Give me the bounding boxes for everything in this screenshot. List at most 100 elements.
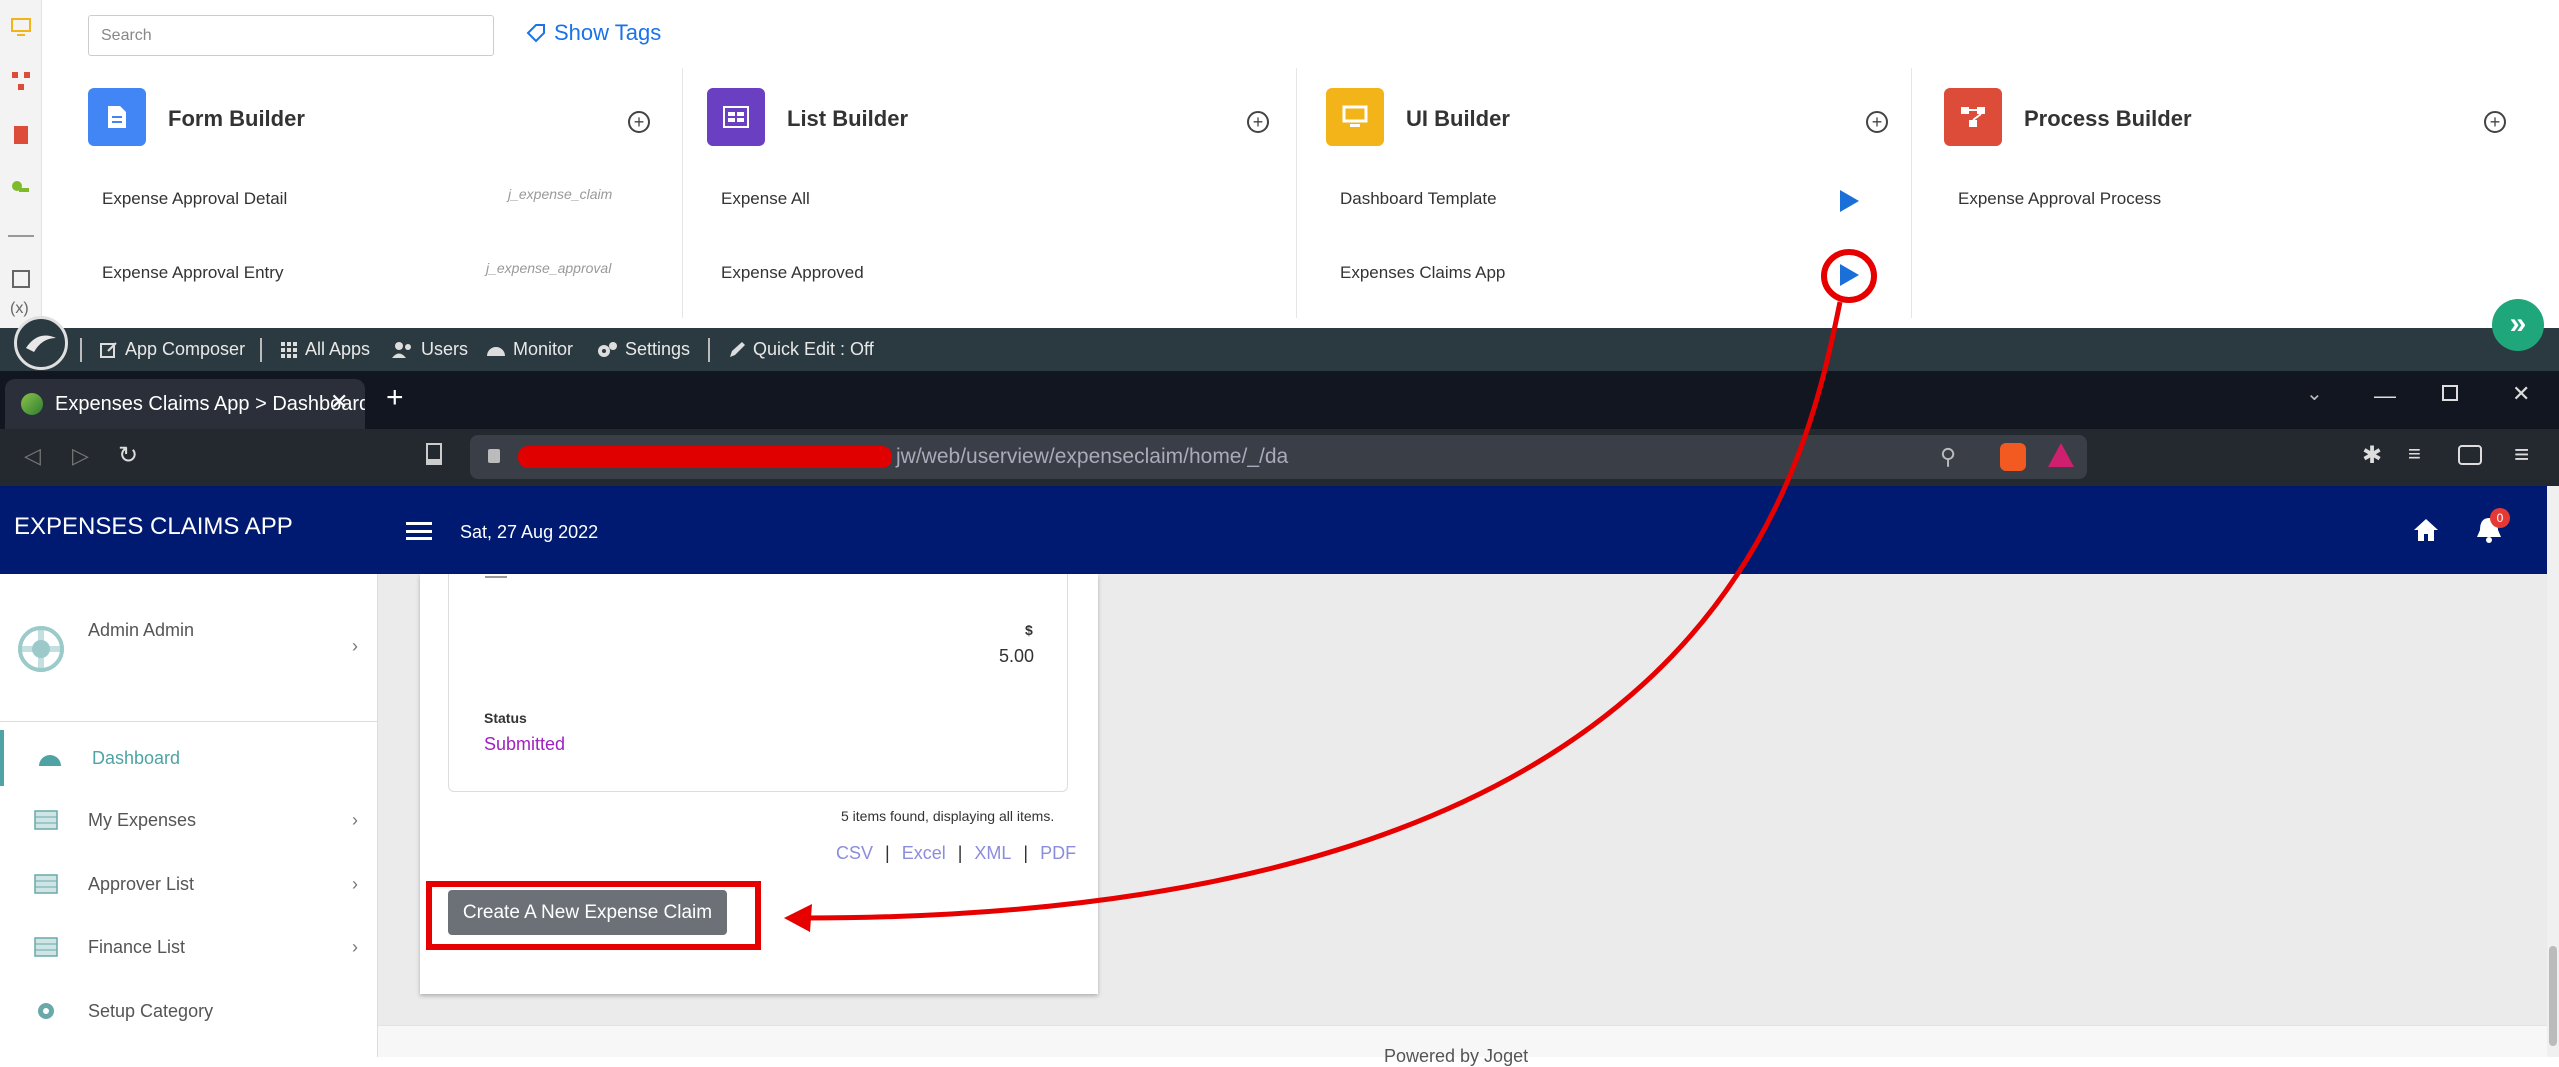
pdf-icon[interactable] bbox=[10, 124, 32, 146]
quick-edit-label: Quick Edit : Off bbox=[753, 339, 874, 359]
app-composer-link[interactable]: App Composer bbox=[100, 339, 245, 360]
nav-label: Approver List bbox=[88, 873, 195, 894]
list-item-label[interactable]: Expense All bbox=[721, 189, 810, 209]
avatar bbox=[18, 626, 64, 672]
create-expense-claim-button[interactable]: Create A New Expense Claim bbox=[448, 890, 727, 935]
address-field[interactable]: jw/web/userview/expenseclaim/home/_/da ⚲ bbox=[470, 435, 2087, 479]
list-builder-title: List Builder bbox=[787, 106, 909, 131]
close-tab-icon[interactable]: ✕ bbox=[330, 389, 348, 415]
nav-setup-category[interactable]: Setup Category bbox=[0, 983, 378, 1039]
settings-link[interactable]: Settings bbox=[596, 339, 690, 360]
chevron-right-icon: › bbox=[352, 636, 358, 656]
column-divider bbox=[1296, 68, 1297, 318]
menu-icon[interactable]: ≡ bbox=[2514, 439, 2529, 470]
process-icon[interactable] bbox=[10, 70, 32, 92]
lock-icon bbox=[488, 449, 500, 463]
app-title[interactable]: EXPENSES CLAIMS APP bbox=[14, 513, 293, 541]
ui-builder-panel: UI Builder + Dashboard Template Expenses… bbox=[1326, 68, 1906, 318]
search-input[interactable]: Search bbox=[88, 15, 494, 56]
expand-panel-button[interactable]: » bbox=[2492, 299, 2544, 351]
app-composer-label: App Composer bbox=[125, 339, 246, 359]
extensions-icon[interactable]: ✱ bbox=[2362, 441, 2382, 470]
add-ui-button[interactable]: + bbox=[1866, 111, 1888, 133]
reload-icon[interactable]: ↻ bbox=[118, 441, 138, 470]
form-builder-title: Form Builder bbox=[168, 106, 305, 131]
column-divider bbox=[682, 68, 683, 318]
tab-search-icon[interactable]: ⌄ bbox=[2306, 381, 2323, 406]
pencil-icon bbox=[730, 341, 745, 357]
joget-logo-icon[interactable] bbox=[14, 316, 68, 370]
sidebar: Admin Admin › Dashboard My Expenses › Ap… bbox=[0, 574, 378, 1057]
expense-record: $ 5.00 Status Submitted bbox=[448, 574, 1068, 792]
variable-icon[interactable]: (x) bbox=[10, 300, 29, 318]
export-separator: | bbox=[885, 843, 890, 863]
zoom-icon[interactable]: ⚲ bbox=[1940, 435, 1956, 479]
items-found-text: 5 items found, displaying all items. bbox=[841, 808, 1055, 824]
export-pdf-link[interactable]: PDF bbox=[1040, 843, 1076, 864]
monitor-icon[interactable] bbox=[10, 16, 32, 38]
currency-label: $ bbox=[1025, 622, 1033, 638]
close-window-icon[interactable]: ✕ bbox=[2512, 381, 2530, 407]
back-icon[interactable]: ◁ bbox=[24, 443, 41, 469]
gear-icon bbox=[38, 1003, 54, 1019]
rail-divider bbox=[8, 235, 34, 237]
users-link[interactable]: Users bbox=[392, 339, 468, 360]
new-tab-icon[interactable]: + bbox=[386, 381, 404, 415]
browser-tab[interactable]: Expenses Claims App > Dashboard bbox=[5, 379, 365, 429]
all-apps-link[interactable]: All Apps bbox=[280, 339, 370, 360]
all-apps-label: All Apps bbox=[305, 339, 371, 359]
form-item-tag: j_expense_claim bbox=[508, 186, 613, 202]
nav-approver-list[interactable]: Approver List › bbox=[0, 856, 378, 912]
playlist-icon[interactable]: ≡ bbox=[2408, 441, 2421, 467]
home-icon[interactable] bbox=[2413, 518, 2439, 542]
minimize-icon[interactable]: — bbox=[2374, 383, 2396, 409]
key-icon[interactable] bbox=[10, 178, 32, 200]
play-icon[interactable] bbox=[1840, 264, 1859, 286]
list-item-label[interactable]: Expense Approved bbox=[721, 263, 864, 283]
maximize-icon[interactable] bbox=[2442, 385, 2458, 401]
scrollbar-thumb[interactable] bbox=[2549, 946, 2557, 1046]
export-excel-link[interactable]: Excel bbox=[902, 843, 946, 864]
export-csv-link[interactable]: CSV bbox=[836, 843, 873, 864]
clipped-text bbox=[485, 570, 507, 578]
ui-item-label[interactable]: Expenses Claims App bbox=[1340, 263, 1505, 283]
user-name: Admin Admin bbox=[88, 620, 195, 640]
brave-rewards-icon[interactable] bbox=[2048, 443, 2074, 467]
add-list-button[interactable]: + bbox=[1247, 111, 1269, 133]
ui-builder-icon bbox=[1326, 88, 1384, 146]
nav-label: Setup Category bbox=[88, 1000, 214, 1021]
page-scrollbar[interactable] bbox=[2547, 486, 2559, 1057]
nav-dashboard[interactable]: Dashboard bbox=[0, 730, 378, 786]
show-tags-link[interactable]: Show Tags bbox=[526, 20, 661, 46]
ui-item-label[interactable]: Dashboard Template bbox=[1340, 189, 1497, 209]
add-form-button[interactable]: + bbox=[628, 111, 650, 133]
note-icon[interactable] bbox=[10, 268, 32, 290]
browser-toolbar: ◁ ▷ ↻ jw/web/userview/expenseclaim/home/… bbox=[0, 429, 2559, 486]
play-icon[interactable] bbox=[1840, 190, 1859, 212]
hamburger-icon[interactable] bbox=[406, 522, 432, 540]
tab-title: Expenses Claims App > Dashboard bbox=[55, 392, 365, 415]
brave-shield-icon[interactable] bbox=[2000, 443, 2026, 471]
process-item-label[interactable]: Expense Approval Process bbox=[1958, 189, 2161, 209]
export-xml-link[interactable]: XML bbox=[974, 843, 1011, 864]
gears-icon bbox=[598, 341, 617, 357]
export-separator: | bbox=[1023, 843, 1029, 863]
chevron-right-icon: › bbox=[352, 873, 358, 894]
process-builder-title: Process Builder bbox=[2024, 106, 2192, 131]
browser-titlebar: Expenses Claims App > Dashboard ✕ + ⌄ — … bbox=[0, 371, 2559, 429]
form-item-label[interactable]: Expense Approval Entry bbox=[102, 263, 283, 283]
app-toolbar: App Composer All Apps Users Monitor Sett… bbox=[0, 316, 2559, 371]
forward-icon[interactable]: ▷ bbox=[72, 443, 89, 469]
form-item-label[interactable]: Expense Approval Detail bbox=[102, 189, 287, 209]
quick-edit-toggle[interactable]: Quick Edit : Off bbox=[728, 339, 874, 360]
nav-my-expenses[interactable]: My Expenses › bbox=[0, 792, 378, 848]
column-divider bbox=[1911, 68, 1912, 318]
bookmark-icon[interactable] bbox=[426, 443, 442, 465]
add-process-button[interactable]: + bbox=[2484, 111, 2506, 133]
user-profile[interactable]: Admin Admin › bbox=[0, 574, 378, 722]
monitor-link[interactable]: Monitor bbox=[486, 339, 573, 360]
nav-finance-list[interactable]: Finance List › bbox=[0, 919, 378, 975]
wallet-icon[interactable] bbox=[2458, 445, 2482, 465]
list-icon bbox=[34, 937, 58, 957]
chevron-right-icon: › bbox=[352, 809, 358, 830]
